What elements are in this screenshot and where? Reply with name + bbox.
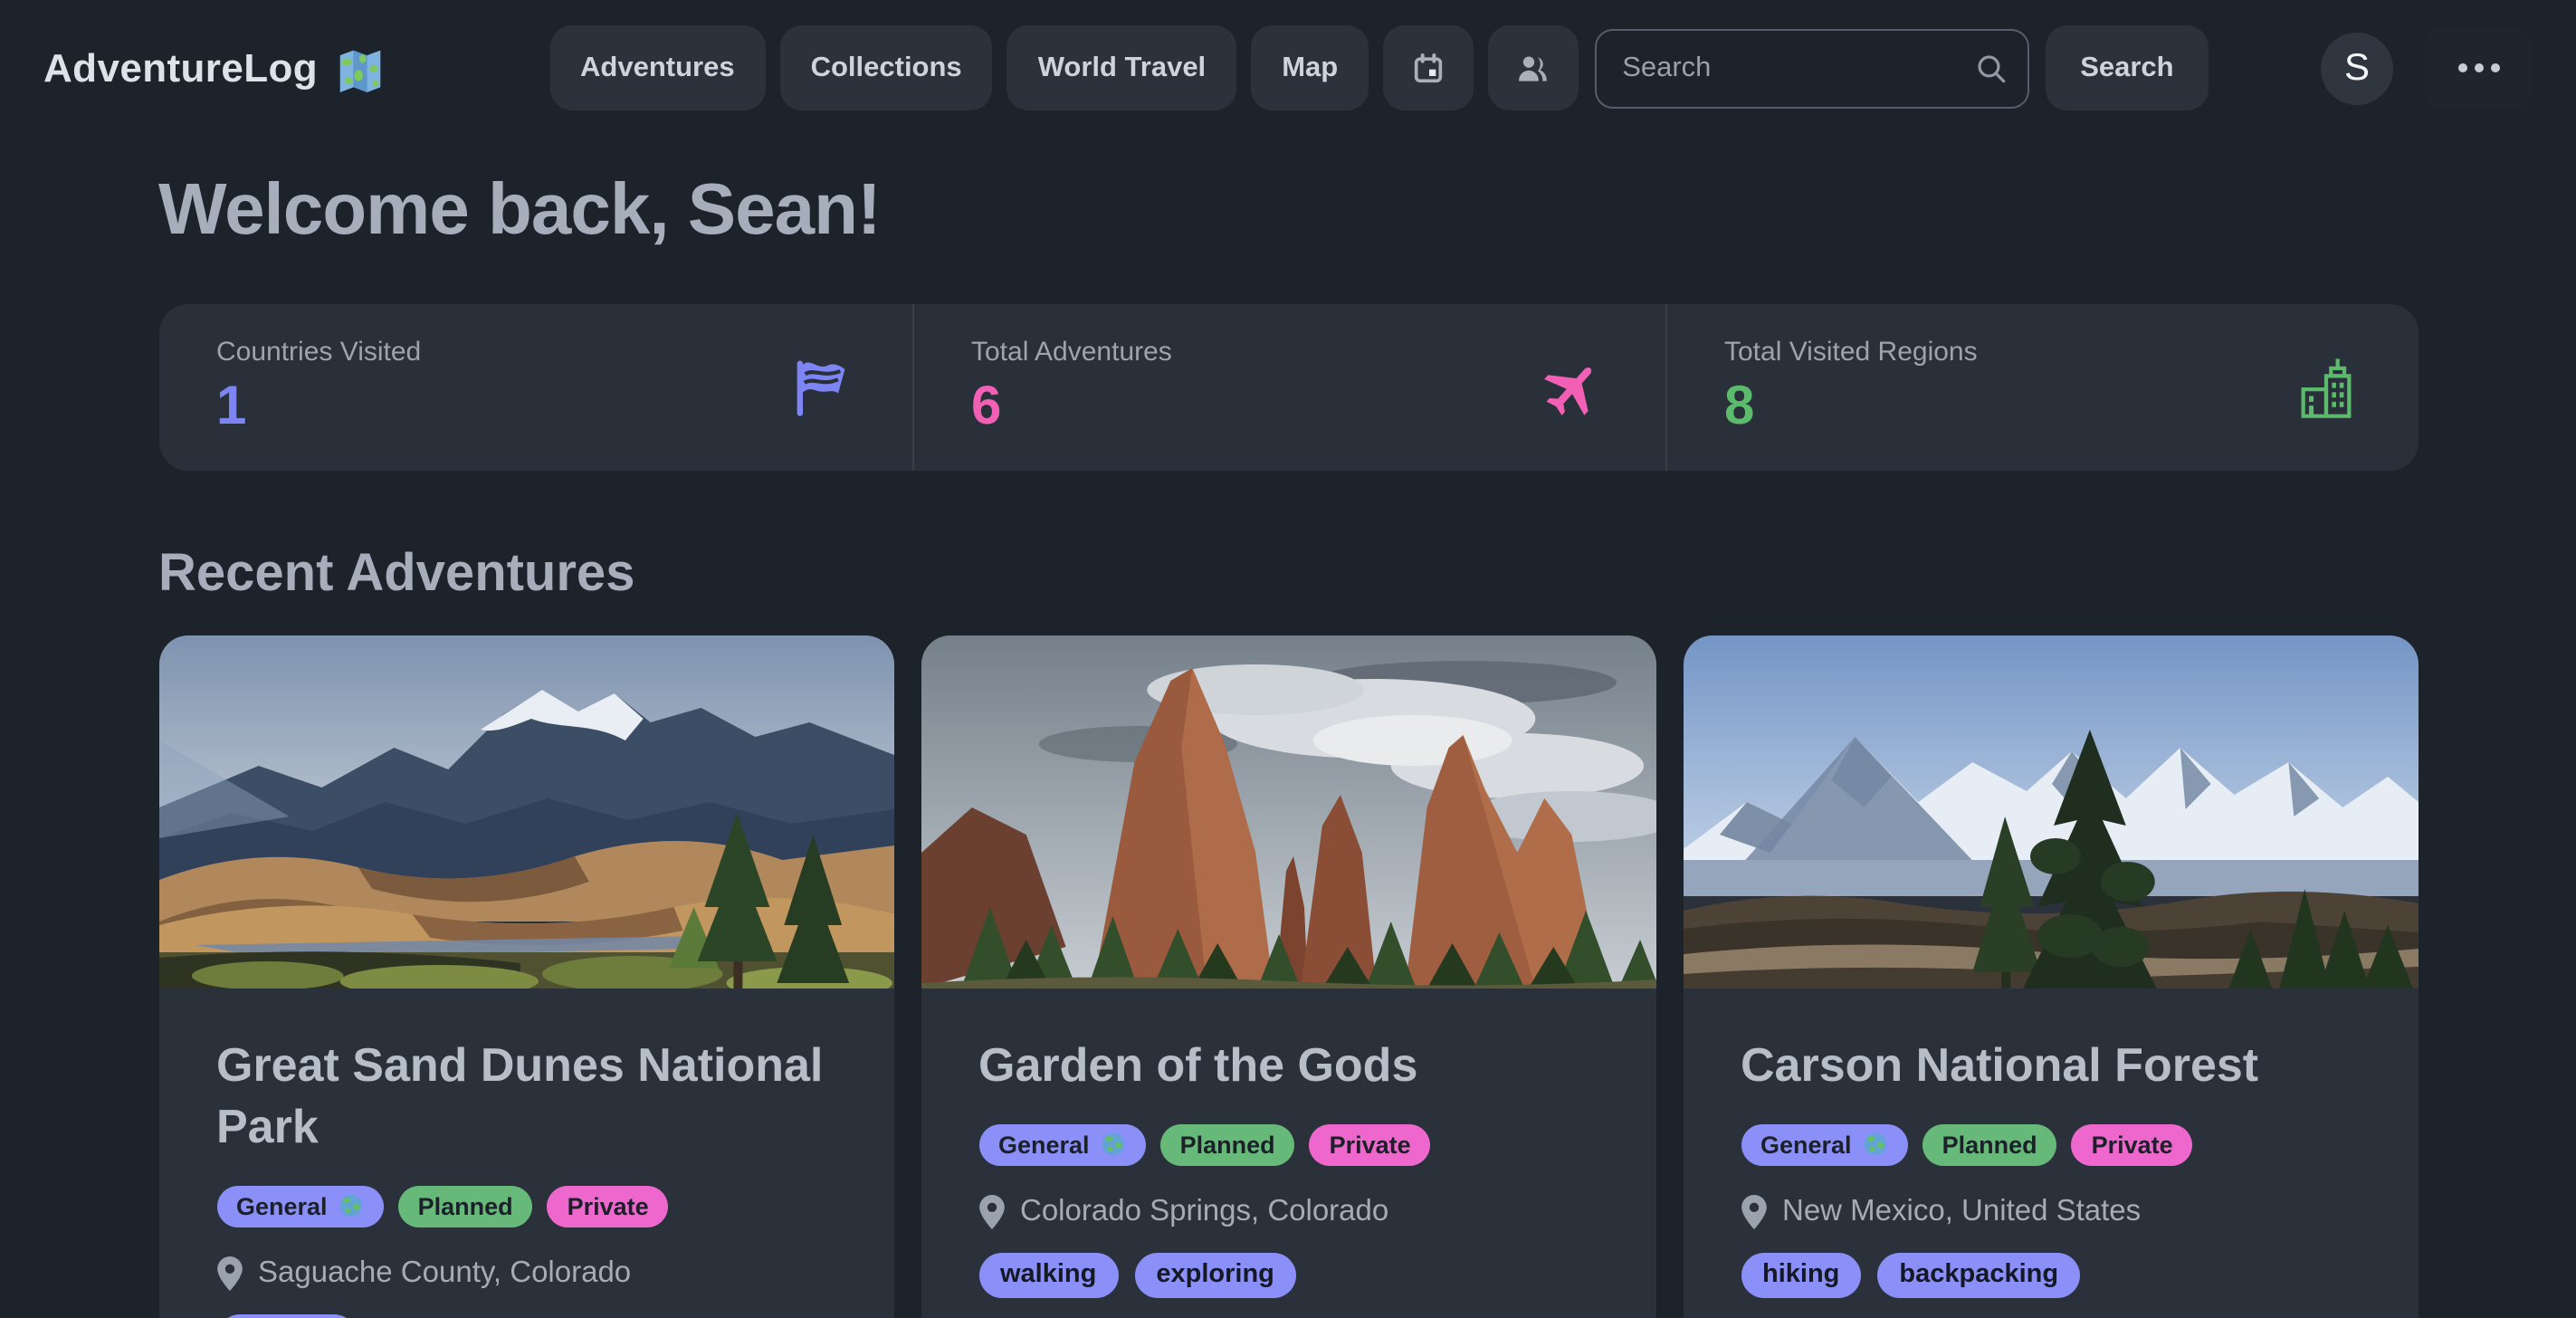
- welcome-heading: Welcome back, Sean!: [158, 170, 2418, 252]
- card-body: Carson National Forest General Planned: [1683, 988, 2418, 1318]
- section-heading: Recent Adventures: [158, 545, 2418, 605]
- more-menu-button[interactable]: [2424, 26, 2533, 110]
- location-row: Saguache County, Colorado: [216, 1256, 835, 1290]
- location-row: Colorado Springs, Colorado: [978, 1195, 1598, 1229]
- adventure-title-link[interactable]: Great Sand Dunes National Park: [216, 1036, 835, 1158]
- badge-planned: Planned: [398, 1185, 533, 1227]
- badge-general: General: [1741, 1124, 1908, 1166]
- navbar: AdventureLog Adventures Collections Worl…: [0, 0, 2576, 110]
- airplane-icon: [1538, 353, 1607, 422]
- location-text: Colorado Springs, Colorado: [1020, 1195, 1388, 1229]
- brand-title: AdventureLog: [43, 44, 318, 91]
- badge-label: General: [998, 1132, 1090, 1159]
- location-pin-icon: [1741, 1195, 1766, 1229]
- badge-private: Private: [2072, 1124, 2193, 1166]
- stat-countries-visited: Countries Visited 1: [158, 304, 911, 471]
- earth-icon: [1863, 1132, 1888, 1158]
- badge-row: General Planned Private: [978, 1124, 1598, 1166]
- nav-button-collections[interactable]: Collections: [780, 25, 993, 110]
- search-icon: [1975, 52, 2008, 84]
- city-icon: [2291, 353, 2360, 422]
- badge-private: Private: [1310, 1124, 1431, 1166]
- tag-hiking: hiking: [1741, 1253, 1861, 1298]
- nav-button-map[interactable]: Map: [1251, 25, 1369, 110]
- red-rock-spires-photo[interactable]: [921, 635, 1655, 988]
- tag-walking: walking: [978, 1253, 1118, 1298]
- tag-backpacking: backpacking: [1877, 1253, 2080, 1298]
- location-text: New Mexico, United States: [1782, 1195, 2141, 1229]
- avatar[interactable]: S: [2321, 32, 2393, 104]
- nav-button-adventures[interactable]: Adventures: [549, 25, 766, 110]
- ellipsis-icon: [2457, 63, 2499, 72]
- adventure-card-garden-of-the-gods[interactable]: Garden of the Gods General Planned: [921, 635, 1655, 1318]
- stat-total-adventures: Total Adventures 6: [911, 304, 1665, 471]
- badge-label: General: [236, 1192, 328, 1219]
- users-icon: [1515, 50, 1551, 86]
- search-wrap: [1595, 28, 2029, 108]
- location-pin-icon: [216, 1256, 242, 1290]
- earth-icon: [339, 1193, 364, 1218]
- search-input[interactable]: [1595, 28, 2029, 108]
- location-row: New Mexico, United States: [1741, 1195, 2360, 1229]
- snowy-mountains-photo[interactable]: [1683, 635, 2418, 988]
- badge-private: Private: [548, 1185, 669, 1227]
- adventure-card-carson-national-forest[interactable]: Carson National Forest General Planned: [1683, 635, 2418, 1318]
- tag-walking: walking: [216, 1313, 356, 1318]
- location-pin-icon: [978, 1195, 1004, 1229]
- stat-total-visited-regions: Total Visited Regions 8: [1665, 304, 2418, 471]
- main-content: Welcome back, Sean! Countries Visited 1 …: [158, 170, 2418, 1318]
- badge-row: General Planned Private: [1741, 1124, 2360, 1166]
- nav-links: Adventures Collections World Travel Map: [549, 25, 1579, 110]
- badge-general: General: [978, 1124, 1146, 1166]
- tag-row: walking: [216, 1313, 835, 1318]
- adventurelog-app: AdventureLog Adventures Collections Worl…: [0, 0, 2576, 1318]
- badge-planned: Planned: [1922, 1124, 2057, 1166]
- stat-value: 6: [971, 377, 1172, 438]
- stat-value: 8: [1724, 377, 1978, 438]
- nav-button-world-travel[interactable]: World Travel: [1007, 25, 1237, 110]
- map-emoji-icon: [336, 44, 383, 91]
- tag-row: hiking backpacking: [1741, 1253, 2360, 1298]
- calendar-button[interactable]: [1383, 25, 1474, 110]
- adventure-title-link[interactable]: Carson National Forest: [1741, 1036, 2360, 1097]
- calendar-icon: [1410, 50, 1446, 86]
- tag-exploring: exploring: [1134, 1253, 1296, 1298]
- adventure-card-great-sand-dunes[interactable]: Great Sand Dunes National Park General: [158, 635, 893, 1318]
- earth-icon: [1101, 1132, 1126, 1158]
- tag-row: walking exploring: [978, 1253, 1598, 1298]
- avatar-initial: S: [2344, 46, 2370, 90]
- adventure-grid: Great Sand Dunes National Park General: [158, 635, 2418, 1318]
- stat-value: 1: [216, 377, 421, 438]
- brand[interactable]: AdventureLog: [43, 44, 383, 91]
- location-text: Saguache County, Colorado: [258, 1256, 631, 1290]
- stat-label: Total Visited Regions: [1724, 337, 1978, 368]
- badge-planned: Planned: [1160, 1124, 1295, 1166]
- card-body: Great Sand Dunes National Park General: [158, 988, 893, 1318]
- flag-icon: [785, 353, 854, 422]
- badge-row: General Planned Private: [216, 1185, 835, 1227]
- search-button[interactable]: Search: [2046, 25, 2208, 110]
- adventure-title-link[interactable]: Garden of the Gods: [978, 1036, 1598, 1097]
- users-button[interactable]: [1488, 25, 1579, 110]
- stat-label: Countries Visited: [216, 337, 421, 368]
- card-body: Garden of the Gods General Planned: [921, 988, 1655, 1318]
- sand-dunes-photo[interactable]: [158, 635, 893, 988]
- stat-label: Total Adventures: [971, 337, 1172, 368]
- stats-panel: Countries Visited 1 Total Adventures 6: [158, 304, 2418, 471]
- badge-label: General: [1760, 1132, 1852, 1159]
- badge-general: General: [216, 1185, 384, 1227]
